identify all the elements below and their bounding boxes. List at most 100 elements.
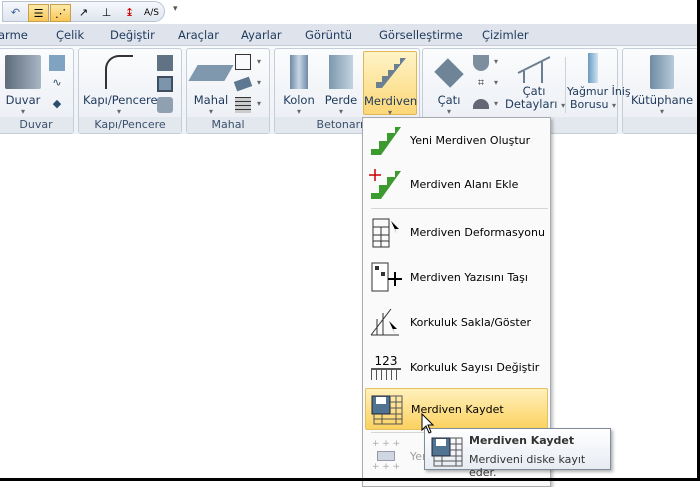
roof-window-icon[interactable]: ⌗ [473,76,489,92]
menu-item-label: Merdiven Alanı Ekle [410,177,519,191]
column-icon [290,55,308,89]
roof-window-dropdown[interactable]: ▾ [494,78,498,87]
menu-item-merdiven-alani[interactable]: Merdiven Alanı Ekle [365,163,548,205]
menu-item-yeni-merdiven[interactable]: Yeni Merdiven Oluştur [365,119,548,161]
kolon-button[interactable]: Kolon ▾ [281,55,317,117]
room-outline-icon[interactable] [235,54,251,70]
tab-cizimler[interactable]: Çizimler [482,28,529,42]
room-outline-dropdown[interactable]: ▾ [257,57,261,66]
railing-count-icon-text: 123 [374,354,398,368]
group-label-kapi-pencere: Kapı/Pencere [79,117,181,133]
elevation-icon[interactable]: ↨ [119,4,140,22]
kapi-pencere-button[interactable]: Kapı/Pencere ▾ [83,55,158,117]
cati-button[interactable]: Çatı ▾ [427,55,471,117]
railing-count-icon: 123 [369,350,403,384]
wall-icon [5,55,41,89]
menu-separator [371,208,548,209]
tab-betonarme[interactable]: arme [0,28,28,42]
menu-item-label: Korkuluk Sakla/Göster [410,315,531,329]
cati-detaylari-button[interactable]: Çatı Detayları ▾ [505,53,565,112]
group-kapi-pencere: Kapı/Pencere ▾ Kapı/Pencere [78,48,182,134]
window-grid-icon[interactable] [157,76,173,92]
tab-celik[interactable]: Çelik [56,28,84,42]
ribbon: Duvar ▾ ∿ ◆ Duvar Kapı/Pencere ▾ Kapı/Penc… [0,46,700,134]
stair-icon [372,56,408,90]
menu-item-korkuluk-sakla[interactable]: Korkuluk Sakla/Göster [365,301,548,343]
tab-gorsellestirme[interactable]: Görselleştirme [379,28,463,42]
undo-icon[interactable]: ↶ [5,4,26,22]
stair-area-icon [369,167,403,201]
group-label-kutuphane [623,117,700,133]
room-tile-dropdown[interactable]: ▾ [257,78,261,87]
menu-item-label: Yeni Merdiven Oluştur [410,133,531,147]
dormer-icon[interactable] [473,55,489,71]
drain-pipe-icon [588,53,598,83]
customize-qat-button[interactable]: ▾ [173,4,178,14]
menu-item-yazi-tasi[interactable]: Merdiven Yazısını Taşı [365,256,548,298]
door-icon [105,55,133,89]
perde-button[interactable]: Perde ▾ [323,55,359,117]
curved-wall-icon[interactable]: ∿ [49,76,65,92]
railing-toggle-icon [369,305,403,339]
room-tile-icon[interactable] [233,76,253,92]
save-stair-icon [431,437,463,467]
place-icon: + + + + + + [371,439,401,472]
cati-detaylari-label-2: Detayları [505,97,558,111]
kapi-label: Kapı/Pencere [83,93,158,107]
perde-label: Perde [324,93,358,107]
cati-detaylari-label-1: Çatı [522,84,546,98]
duvar-button[interactable]: Duvar ▾ [3,55,43,117]
dome-icon[interactable] [473,99,489,109]
room-slab-icon [188,65,234,81]
window-icon[interactable] [157,55,173,71]
kutuphane-button[interactable]: Kütüphane ▾ [627,55,697,117]
tooltip: Merdiven Kaydet Merdiveni diske kayıt ed… [424,428,611,479]
tab-ayarlar[interactable]: Ayarlar [241,28,282,42]
column-wall-icon[interactable]: ◆ [49,97,65,113]
line-point-icon[interactable]: ↗ [73,4,94,22]
yagmur-button[interactable]: Yağmur İniş Borusu ▾ [567,53,631,112]
snap-icon[interactable]: ⋰ [50,4,71,22]
duvar-label: Duvar [5,93,41,107]
opening-icon[interactable] [157,97,173,113]
yagmur-label-2: Borusu [570,98,609,111]
kutuphane-label: Kütüphane [630,93,694,107]
group-mahal: Mahal ▾ ▾ ▾ ▾ Mahal [186,48,270,134]
group-label-mahal: Mahal [187,117,269,133]
room-hatch-dropdown[interactable]: ▾ [257,99,261,108]
perp-point-icon[interactable]: ⊥ [96,4,117,22]
new-stair-icon [369,123,403,157]
tab-degistir[interactable]: Değiştir [110,28,155,42]
menu-item-deformasyon[interactable]: Merdiven Deformasyonu [365,211,548,253]
mahal-label: Mahal [193,93,229,107]
menu-item-label: Merdiven Yazısını Taşı [410,270,528,284]
kolon-label: Kolon [283,93,315,107]
tooltip-description: Merdiveni diske kayıt eder. [469,453,586,479]
menu-item-merdiven-kaydet[interactable]: Merdiven Kaydet [365,388,548,430]
group-divider [565,57,566,113]
layer-list-icon[interactable]: ☰ [28,4,49,22]
mahal-button[interactable]: Mahal ▾ [188,55,234,117]
group-duvar: Duvar ▾ ∿ ◆ Duvar [0,48,74,134]
dome-dropdown[interactable]: ▾ [494,99,498,108]
roof-detail-icon [516,53,552,83]
library-icon [650,55,674,89]
quick-access-bar: ↶ ☰ ⋰ ↗ ⊥ ↨ A/S [2,1,165,22]
roof-icon [434,58,464,88]
wall-corner-icon[interactable] [49,55,65,71]
group-kutuphane: Kütüphane ▾ [622,48,700,134]
mouse-cursor-icon [421,413,435,434]
tab-goruntu[interactable]: Görüntü [305,28,352,42]
tooltip-title: Merdiven Kaydet [469,434,575,447]
tab-araclar[interactable]: Araçlar [178,28,219,42]
ribbon-tabs: arme Çelik Değiştir Araçlar Ayarlar Görü… [0,24,700,46]
quick-access-toolbar: ↶ ☰ ⋰ ↗ ⊥ ↨ A/S ▾ [0,0,700,24]
dormer-dropdown[interactable]: ▾ [494,57,498,66]
group-label-duvar: Duvar [0,117,73,133]
room-hatch-icon[interactable] [235,97,251,113]
stair-deform-icon [369,215,403,249]
area-scale-icon[interactable]: A/S [141,4,162,22]
menu-item-korkuluk-sayisi[interactable]: 123 Korkuluk Sayısı Değiştir [365,346,548,388]
merdiven-button[interactable]: Merdiven ▾ [363,51,418,117]
merdiven-label: Merdiven [364,94,418,108]
